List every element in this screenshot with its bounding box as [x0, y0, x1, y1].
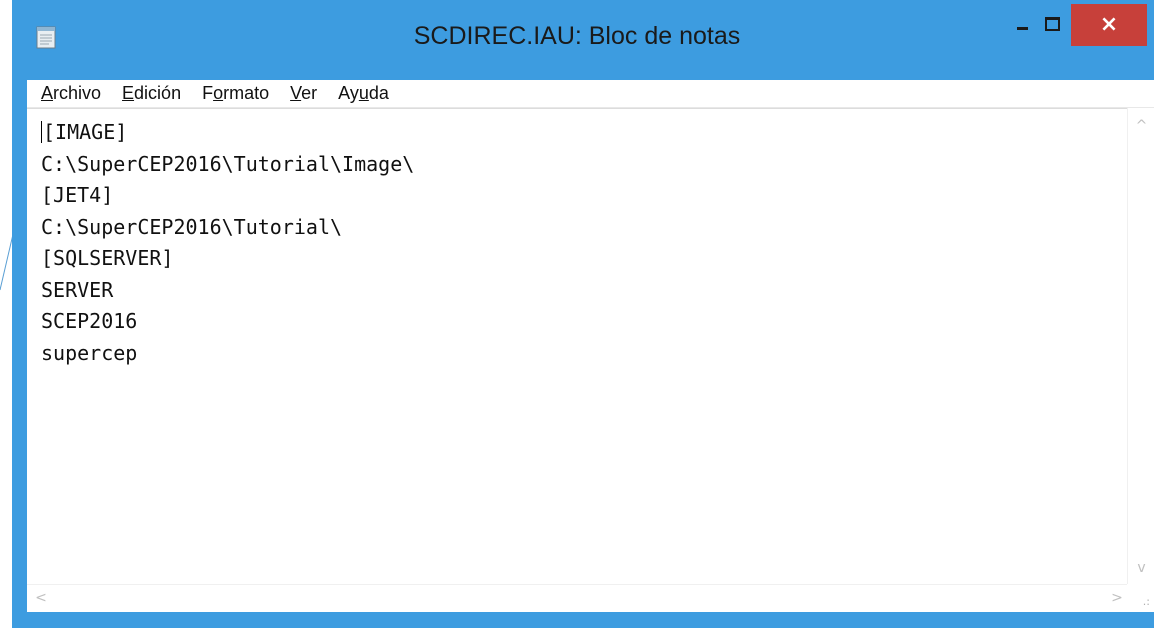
- text-line: SERVER: [41, 277, 114, 302]
- vertical-scrollbar[interactable]: ^ v: [1127, 108, 1154, 584]
- notepad-icon[interactable]: [36, 25, 56, 49]
- minimize-icon: [1016, 26, 1028, 30]
- text-line: C:\SuperCEP2016\Tutorial\Image\: [41, 151, 415, 176]
- menu-archivo[interactable]: Archivo: [40, 83, 102, 104]
- text-caret: [41, 121, 42, 143]
- text-line: SCEP2016: [41, 309, 138, 333]
- window-bottom-border: [12, 612, 1154, 628]
- menu-edicion[interactable]: Edición: [121, 83, 182, 104]
- text-editor[interactable]: [IMAGE] C:\SuperCEP2016\Tutorial\Image\ …: [27, 108, 1127, 584]
- text-line: [SQLSERVER]: [41, 246, 174, 270]
- scroll-down-icon[interactable]: v: [1128, 560, 1154, 576]
- minimize-button[interactable]: [1008, 4, 1036, 44]
- scroll-left-icon[interactable]: <: [31, 590, 51, 606]
- window-title: SCDIREC.IAU: Bloc de notas: [413, 22, 741, 50]
- text-line: supercep: [41, 340, 138, 365]
- maximize-button[interactable]: [1038, 4, 1066, 44]
- text-line: [JET4]: [41, 183, 114, 207]
- menu-ver[interactable]: Ver: [289, 83, 318, 104]
- horizontal-scrollbar[interactable]: < >: [27, 584, 1127, 612]
- window-left-border: [12, 80, 27, 612]
- text-line: C:\SuperCEP2016\Tutorial\: [41, 214, 343, 239]
- resize-grip-icon[interactable]: .:: [1143, 595, 1150, 608]
- menu-bar: Archivo Edición Formato Ver Ayuda: [27, 80, 1154, 108]
- menu-ayuda[interactable]: Ayuda: [337, 83, 390, 104]
- close-button[interactable]: ×: [1071, 4, 1147, 46]
- maximize-icon: [1044, 17, 1060, 31]
- scroll-right-icon[interactable]: >: [1107, 590, 1127, 606]
- menu-formato[interactable]: Formato: [201, 83, 270, 104]
- close-icon: ×: [1099, 12, 1119, 37]
- scroll-up-icon[interactable]: ^: [1128, 118, 1154, 134]
- resize-corner[interactable]: .:: [1127, 584, 1154, 612]
- text-line: [IMAGE]: [41, 120, 128, 144]
